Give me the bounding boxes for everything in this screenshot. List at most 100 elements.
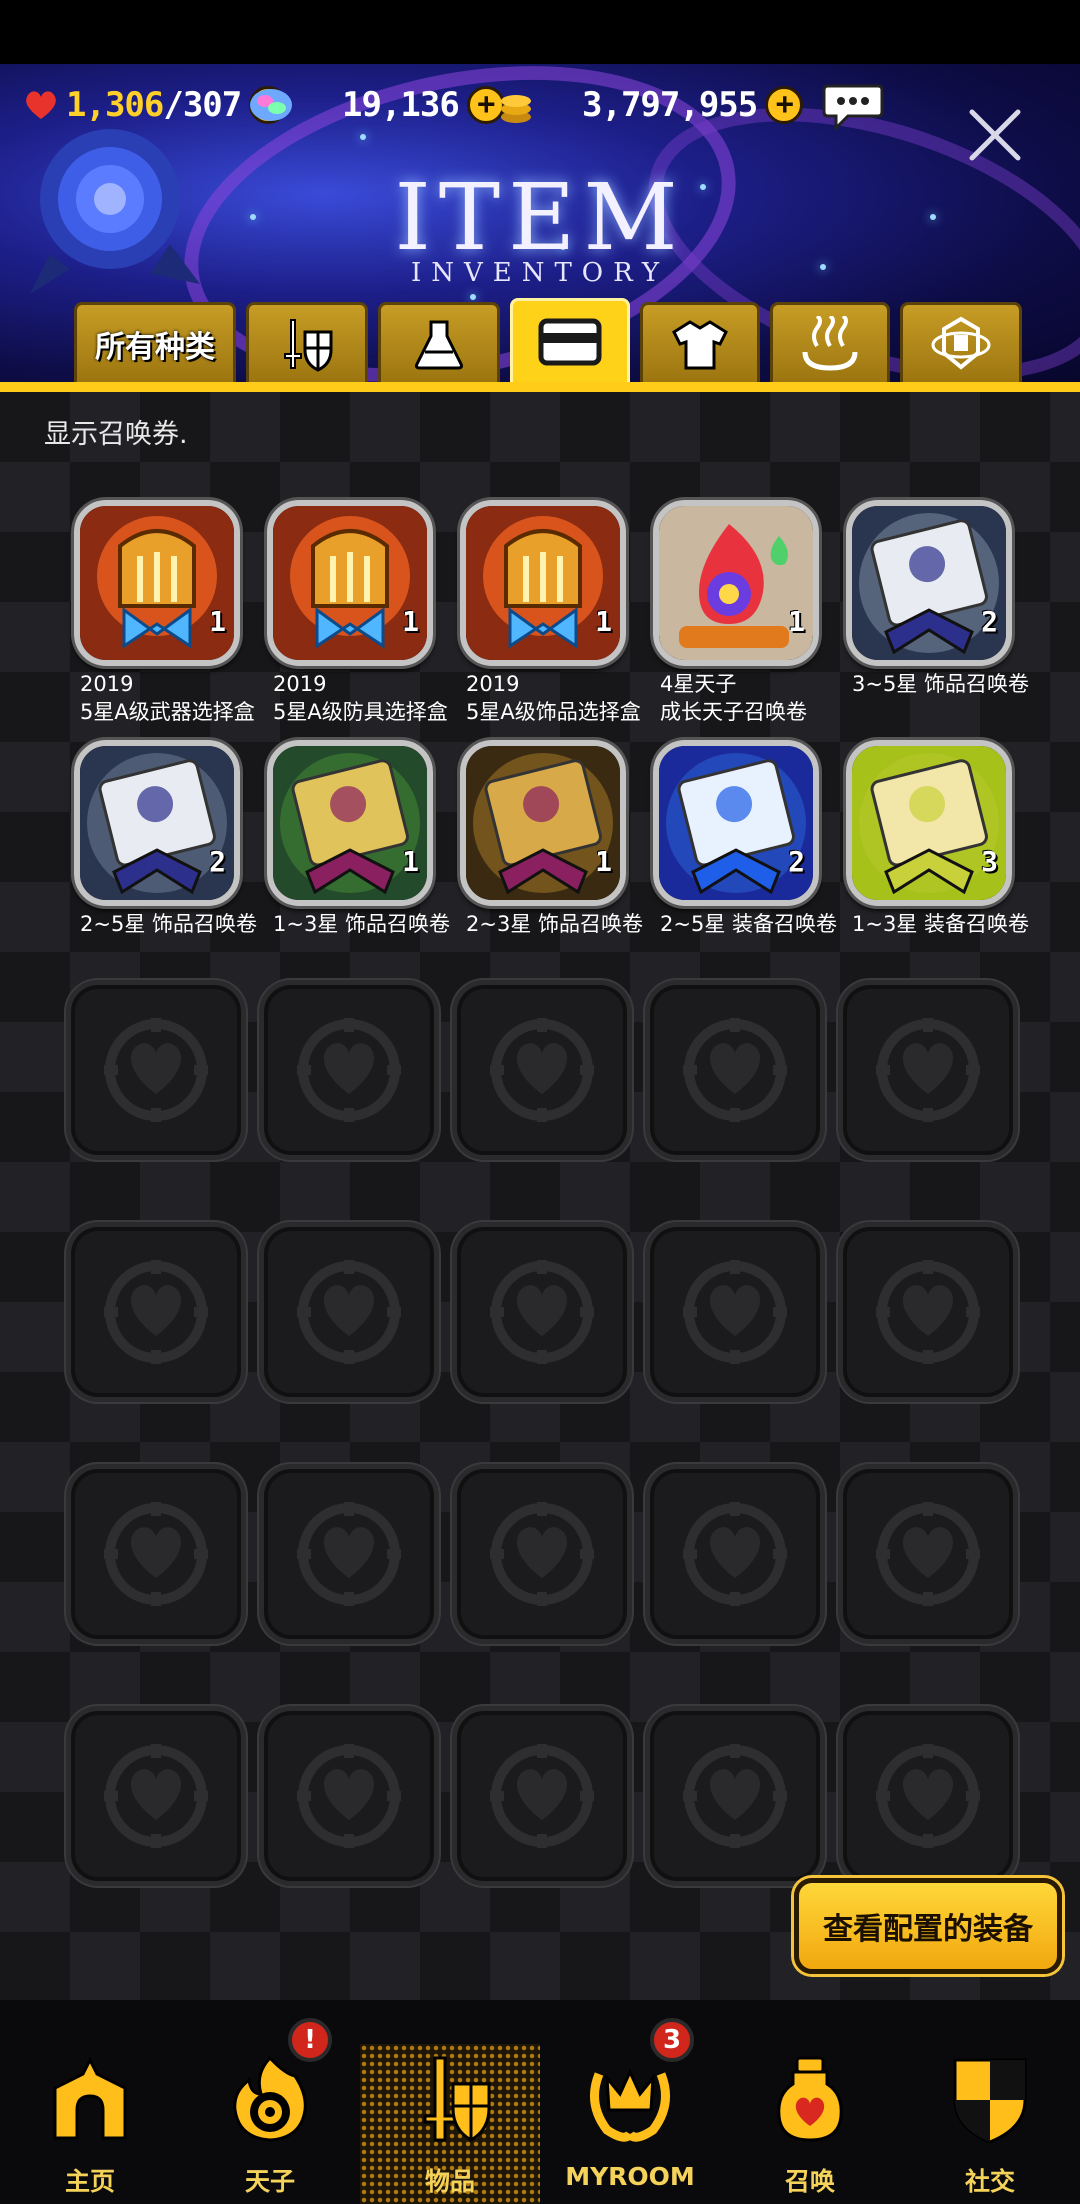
gem-count: 19,136 [342,85,460,125]
empty-slot [838,980,1018,1160]
bottom-nav: 主页 天子 ! 物品 MYROOM 3 召唤 社交 [0,2000,1080,2204]
empty-slot-icon [876,1018,980,1122]
item-label: 2~5星 装备召唤卷 [660,910,860,938]
tab-emblem[interactable] [900,302,1022,382]
inventory-item-3[interactable]: 1 [460,500,626,666]
page-title: ITEM [394,164,686,271]
empty-slot [66,980,246,1160]
inventory-item-6[interactable]: 2 [74,740,240,906]
emblem-icon [931,316,991,370]
nav-label-myroom: MYROOM [565,2162,695,2191]
empty-slot [66,1706,246,1886]
item-label: 2019 5星A级武器选择盒 [80,670,280,726]
inventory-item-2[interactable]: 1 [267,500,433,666]
empty-slot [838,1222,1018,1402]
gem-counter: 19,136 + [248,80,505,130]
chat-icon[interactable] [822,82,884,130]
empty-slot-icon [876,1502,980,1606]
tab-underline [0,382,1080,392]
nav-item-myroom[interactable]: MYROOM 3 [540,2018,720,2204]
tab-all-types-label: 所有种类 [95,329,215,365]
empty-slot [838,1464,1018,1644]
item-label: 2019 5星A级饰品选择盒 [466,670,666,726]
item-quantity: 2 [209,845,226,878]
item-label-line1: 1~3星 装备召唤卷 [852,912,1029,936]
inventory-item-8[interactable]: 1 [460,740,626,906]
nav-label-home: 主页 [64,2167,115,2196]
item-label: 2~5星 饰品召唤卷 [80,910,280,938]
inventory-item-1[interactable]: 1 [74,500,240,666]
add-gold-button[interactable]: + [765,86,804,124]
empty-slot-icon [490,1502,594,1606]
item-label: 1~3星 装备召唤卷 [852,910,1052,938]
alert-badge: ! [288,2018,332,2062]
nav-label-tianzi: 天子 [244,2167,295,2196]
empty-slot [452,1222,632,1402]
nav-item-items[interactable]: 物品 [360,2044,540,2204]
empty-slot [452,1706,632,1886]
empty-slot-icon [104,1018,208,1122]
empty-slot-icon [683,1018,787,1122]
empty-slot-icon [490,1018,594,1122]
sparkle [360,134,366,140]
summon-potion-icon [777,2056,843,2142]
tab-hot-spring[interactable] [770,302,890,382]
empty-slot [452,1464,632,1644]
gold-counter: 3,797,955 + [498,80,804,130]
inventory-item-4[interactable]: 1 [653,500,819,666]
empty-slot-icon [490,1260,594,1364]
inventory-item-5[interactable]: 2 [846,500,1012,666]
nav-item-home[interactable]: 主页 [0,2044,180,2204]
item-label: 4星天子 成长天子召唤卷 [660,670,860,726]
item-quantity: 1 [595,605,612,638]
nav-item-summon[interactable]: 召唤 [720,2044,900,2204]
inventory-item-9[interactable]: 2 [653,740,819,906]
tab-equipment[interactable] [246,302,368,382]
nav-item-tianzi[interactable]: 天子 ! [180,2018,360,2204]
item-quantity: 2 [981,605,998,638]
crown-wreath-icon [590,2068,670,2142]
nav-item-social[interactable]: 社交 [900,2044,1080,2204]
gold-count: 3,797,955 [582,85,758,125]
inventory-item-10[interactable]: 3 [846,740,1012,906]
tab-all-types[interactable]: 所有种类 [74,302,236,382]
sword-shield-icon [423,2056,491,2142]
empty-slot-icon [876,1260,980,1364]
home-icon [53,2056,127,2140]
item-label-line1: 2019 [466,672,520,696]
status-bar [0,0,1080,64]
flame-eye-icon [233,2055,307,2142]
page-subtitle: INVENTORY [410,258,670,288]
empty-slot-icon [683,1744,787,1848]
view-equipped-button[interactable]: 查看配置的装备 [794,1878,1062,1974]
tab-costume[interactable] [640,302,760,382]
tab-tickets[interactable] [510,298,630,382]
item-label-line1: 3~5星 饰品召唤卷 [852,672,1029,696]
empty-slot-icon [490,1744,594,1848]
category-tabs: 所有种类 [0,298,1080,392]
shirt-icon [672,319,728,369]
tab-consumables[interactable] [378,302,500,382]
item-quantity: 2 [788,845,805,878]
empty-slot [645,1706,825,1886]
empty-slot-icon [297,1018,401,1122]
item-label: 2~3星 饰品召唤卷 [466,910,666,938]
item-quantity: 3 [981,845,998,878]
item-label-line1: 1~3星 饰品召唤卷 [273,912,450,936]
empty-slot-icon [876,1744,980,1848]
empty-slot [259,1706,439,1886]
item-label: 1~3星 饰品召唤卷 [273,910,473,938]
empty-slot-icon [297,1744,401,1848]
view-equipped-label: 查看配置的装备 [823,1912,1033,1947]
nav-label-summon: 召唤 [784,2167,835,2196]
empty-slot [66,1464,246,1644]
empty-slot-icon [104,1744,208,1848]
empty-slot [645,1222,825,1402]
stamina-current: 1,306 [66,85,164,125]
nav-label-social: 社交 [964,2167,1015,2196]
close-icon[interactable] [964,104,1026,166]
inventory-item-7[interactable]: 1 [267,740,433,906]
empty-slot [259,1464,439,1644]
item-label-line2: 5星A级饰品选择盒 [466,700,641,724]
heart-icon [26,91,56,119]
